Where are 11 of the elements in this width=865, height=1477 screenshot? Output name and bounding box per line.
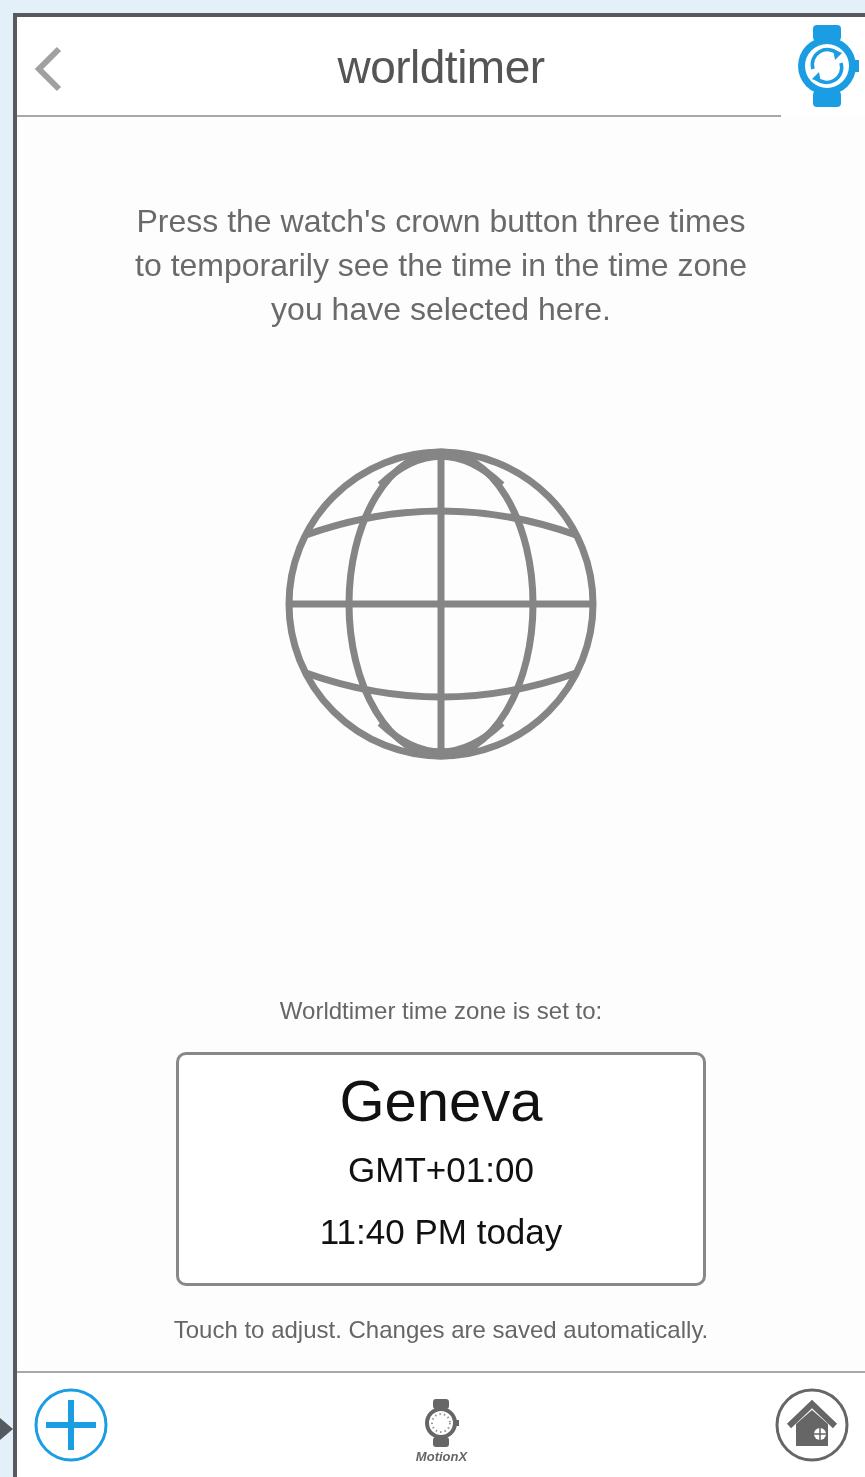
hint-text: Touch to adjust. Changes are saved automatically.: [173, 1316, 709, 1344]
motionx-button[interactable]: MotionX: [415, 1398, 468, 1464]
instruction-text: Press the watch's crown button three times to temporarily see the time in the time zone you have selected here.: [134, 202, 748, 329]
add-button[interactable]: [34, 1388, 108, 1462]
watch-sync-button[interactable]: [797, 25, 859, 107]
globe-icon: [284, 447, 598, 761]
zone-label: Worldtimer time zone is set to:: [279, 997, 603, 1025]
home-button[interactable]: [775, 1388, 849, 1462]
screen-title: worldtimer: [337, 40, 545, 94]
back-button[interactable]: [33, 46, 63, 92]
time-zone-card[interactable]: Geneva GMT+01:00 11:40 PM today: [176, 1052, 706, 1286]
